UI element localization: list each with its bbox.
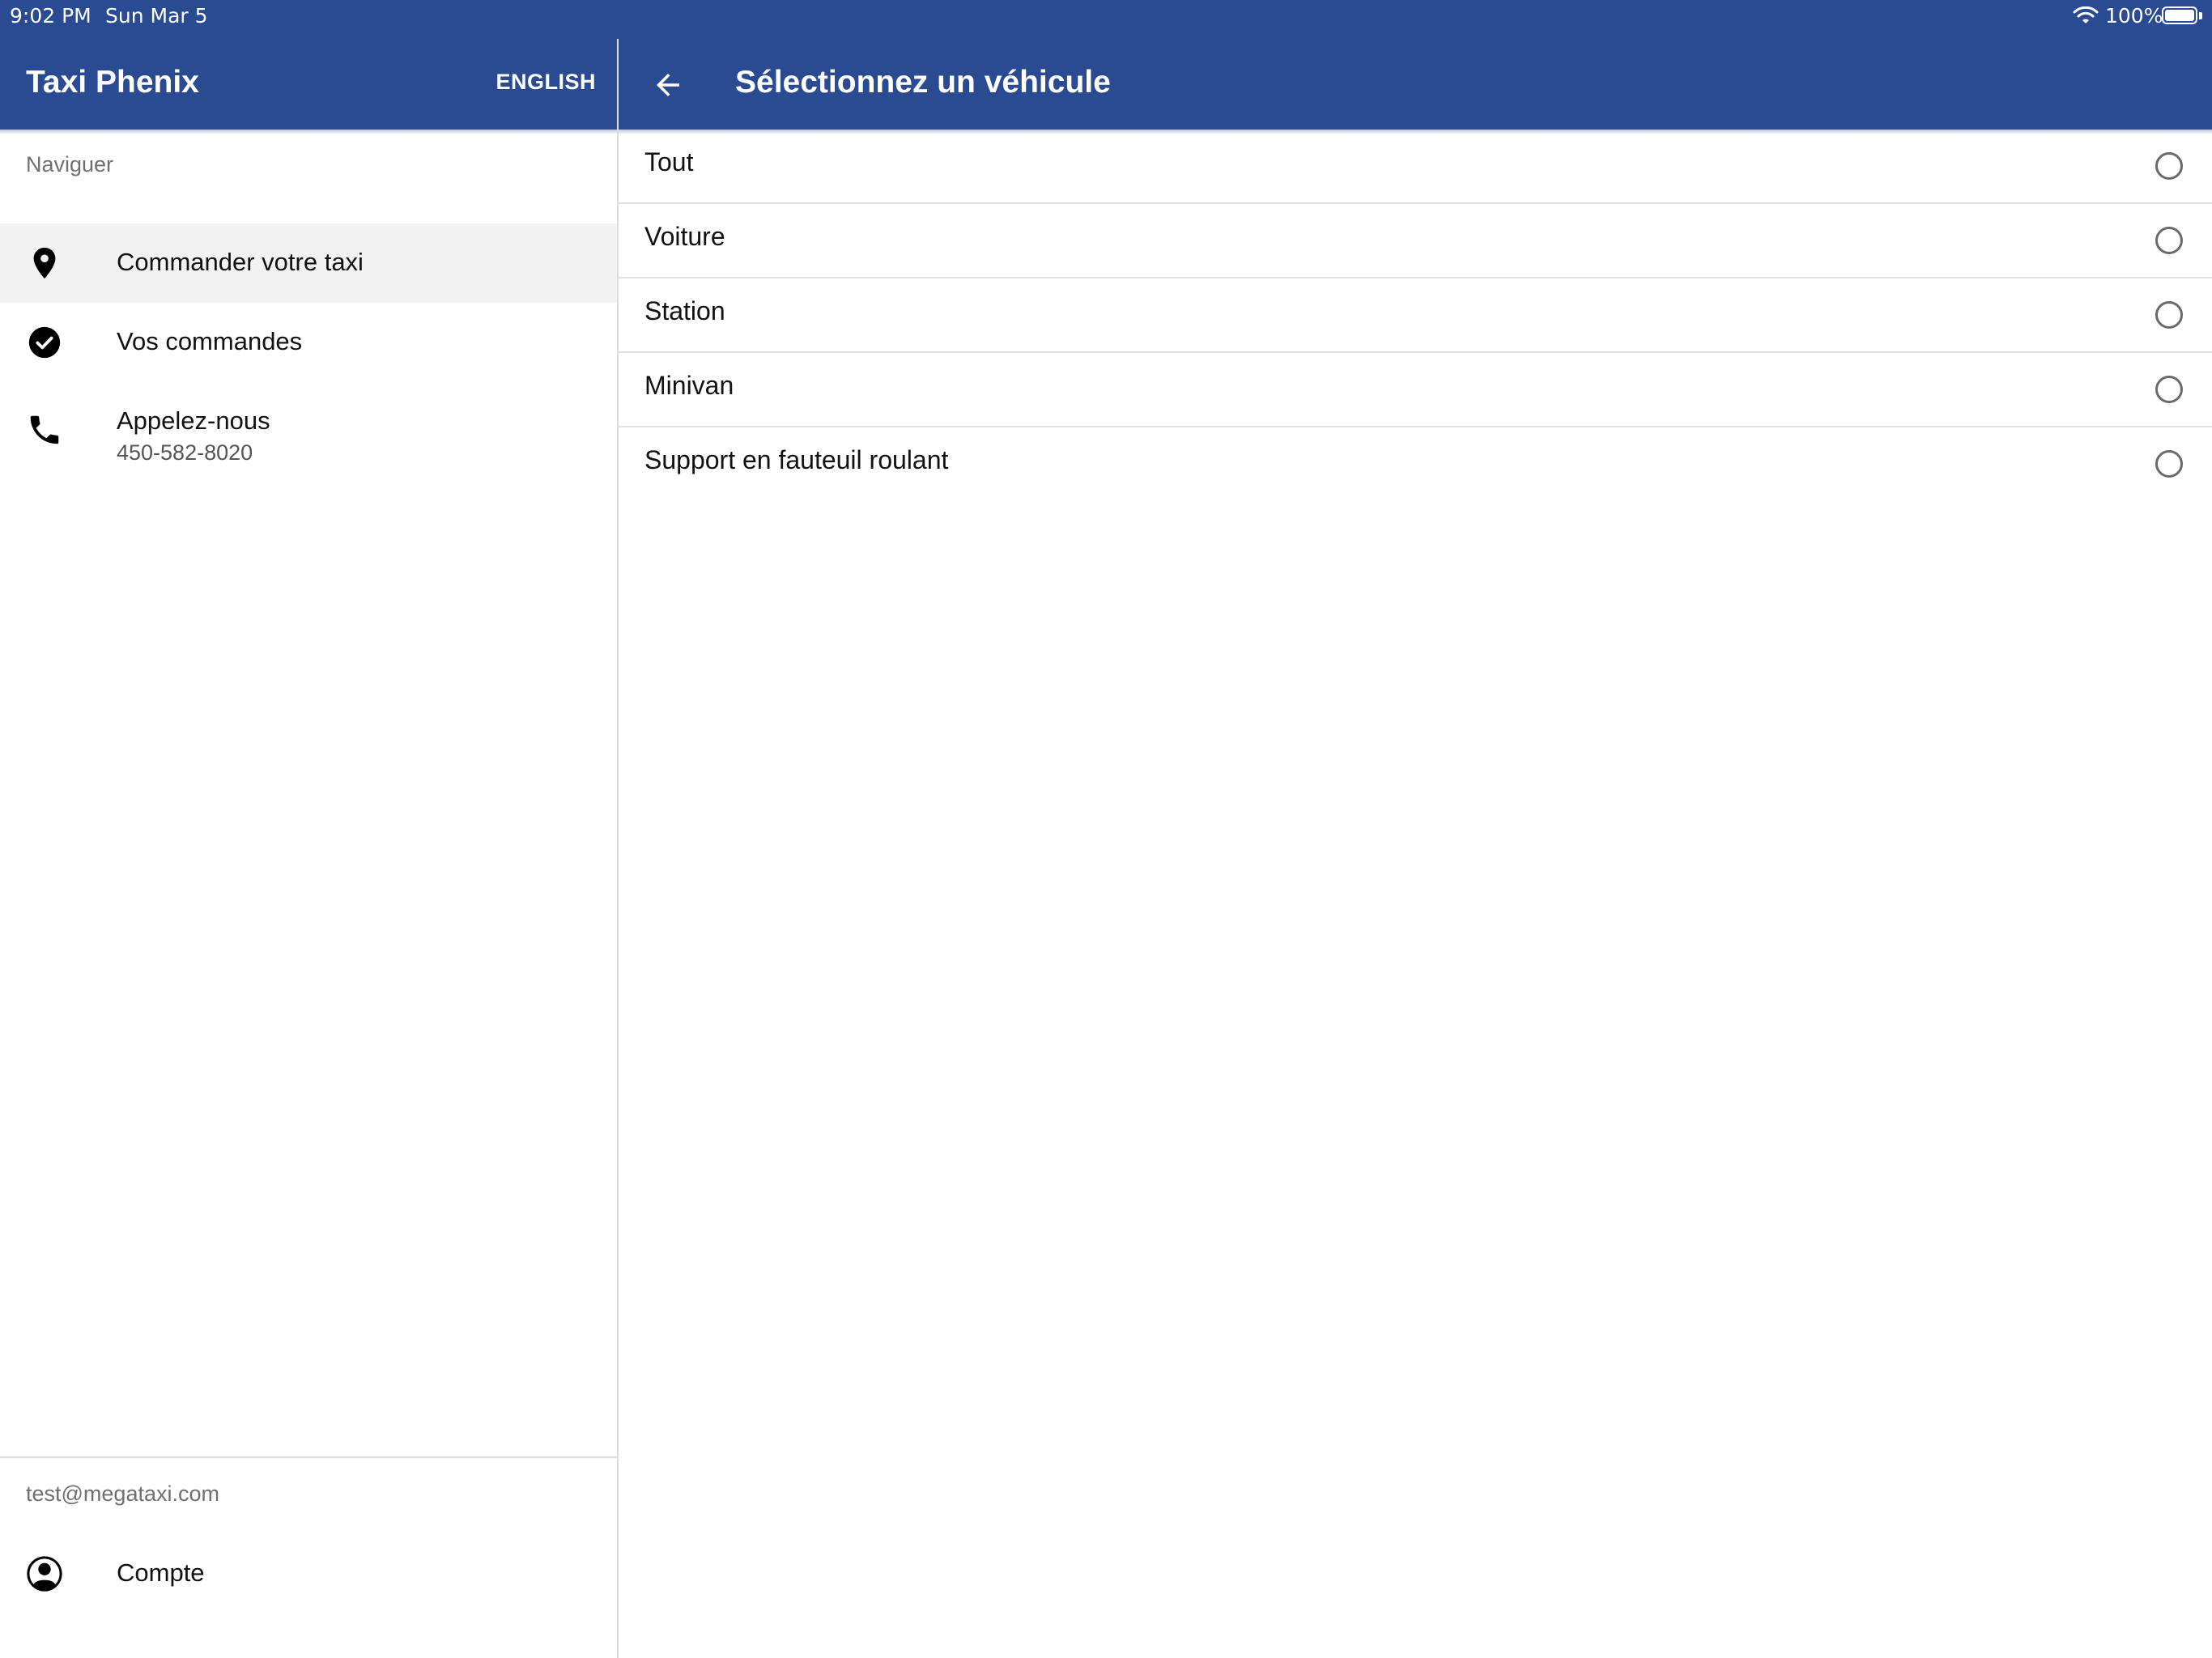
drawer-header: Taxi Phenix ENGLISH — [0, 39, 617, 130]
vehicle-option-label: Minivan — [644, 371, 734, 400]
app-title: Taxi Phenix — [26, 65, 199, 100]
vehicle-option-label: Tout — [644, 147, 694, 176]
radio-button[interactable] — [2155, 450, 2183, 478]
vehicle-option-label: Station — [644, 296, 725, 325]
account-email: test@megataxi.com — [26, 1482, 219, 1506]
navigation-drawer: Naviguer Commander votre taxi Vos comman… — [0, 130, 617, 1658]
phone-icon — [30, 415, 59, 444]
status-bar: 9:02 PM Sun Mar 5 100% — [0, 0, 2212, 39]
nav-item-my-orders[interactable]: Vos commandes — [0, 303, 617, 382]
check-circle-icon — [28, 326, 61, 359]
nav-item-order-taxi[interactable]: Commander votre taxi — [0, 223, 617, 303]
vehicle-option-station[interactable]: Station — [619, 278, 2212, 353]
radio-button[interactable] — [2155, 301, 2183, 329]
location-pin-icon — [33, 247, 56, 279]
vehicle-option-car[interactable]: Voiture — [619, 204, 2212, 278]
status-time: 9:02 PM — [10, 4, 91, 28]
battery-icon — [2162, 6, 2197, 24]
nav-item-label: Commander votre taxi — [117, 248, 364, 276]
nav-item-label: Compte — [117, 1558, 205, 1587]
radio-button[interactable] — [2155, 376, 2183, 403]
nav-item-call-us[interactable]: Appelez-nous 450-582-8020 — [0, 382, 617, 479]
nav-item-label: Vos commandes — [117, 327, 303, 355]
battery-percentage: 100% — [2105, 4, 2163, 28]
arrow-back-icon[interactable] — [651, 68, 685, 102]
phone-number: 450-582-8020 — [117, 440, 253, 465]
vehicle-option-label: Support en fauteuil roulant — [644, 445, 949, 474]
vehicle-option-label: Voiture — [644, 222, 725, 251]
page-title: Sélectionnez un véhicule — [735, 65, 1111, 100]
vehicle-option-all[interactable]: Tout — [619, 130, 2212, 204]
vehicle-option-minivan[interactable]: Minivan — [619, 353, 2212, 427]
account-icon — [27, 1556, 62, 1592]
wifi-icon — [2073, 6, 2099, 23]
nav-item-label: Appelez-nous — [117, 406, 270, 435]
battery-tip — [2199, 12, 2202, 19]
radio-button[interactable] — [2155, 152, 2183, 180]
drawer-divider — [0, 1456, 617, 1458]
main-header: Sélectionnez un véhicule — [619, 39, 2212, 130]
vehicle-option-wheelchair[interactable]: Support en fauteuil roulant — [619, 427, 2212, 500]
language-toggle-button[interactable]: ENGLISH — [496, 70, 596, 95]
vehicle-options-list: Tout Voiture Station Minivan Support en … — [619, 130, 2212, 500]
radio-button[interactable] — [2155, 227, 2183, 254]
nav-item-account[interactable]: Compte — [0, 1534, 617, 1613]
nav-section-label: Naviguer — [26, 152, 114, 176]
status-date: Sun Mar 5 — [105, 4, 208, 28]
